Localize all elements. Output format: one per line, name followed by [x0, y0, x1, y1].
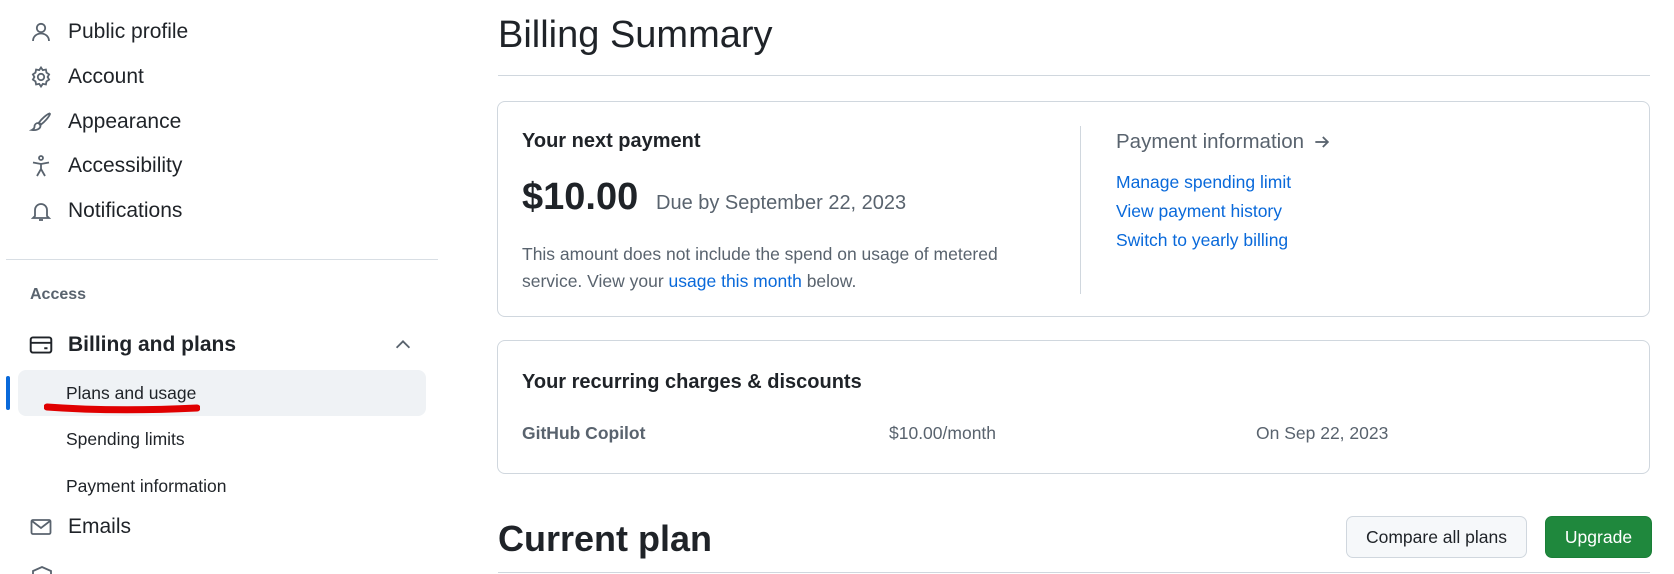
settings-sidebar: Public profile Account Appearance Access…	[0, 0, 440, 574]
page-title: Billing Summary	[498, 14, 773, 56]
sidebar-item-emails[interactable]: Emails	[28, 507, 131, 547]
active-indicator	[6, 376, 10, 410]
sidebar-subitem-spending-limits[interactable]: Spending limits	[18, 416, 426, 462]
chevron-up-icon[interactable]	[392, 334, 414, 356]
charge-item-date: On Sep 22, 2023	[1256, 423, 1389, 443]
sidebar-item-public-profile[interactable]: Public profile	[28, 12, 188, 52]
payment-due-date: Due by September 22, 2023	[656, 192, 907, 214]
sidebar-item-notifications[interactable]: Notifications	[28, 191, 182, 231]
payment-information-link[interactable]: Payment information	[1116, 130, 1332, 154]
red-underline-annotation	[44, 403, 200, 414]
payment-note: This amount does not include the spend o…	[522, 241, 1042, 295]
shield-icon	[32, 566, 52, 574]
accessibility-icon	[28, 153, 54, 179]
recurring-charges-heading: Your recurring charges & discounts	[522, 371, 862, 393]
payment-amount: $10.00	[522, 176, 639, 218]
person-icon	[28, 19, 54, 45]
sidebar-item-label: Accessibility	[68, 154, 183, 177]
switch-to-yearly-billing-link[interactable]: Switch to yearly billing	[1116, 230, 1288, 251]
paintbrush-icon	[28, 109, 54, 135]
sidebar-item-account[interactable]: Account	[28, 57, 144, 97]
recurring-charges-card: Your recurring charges & discounts GitHu…	[497, 340, 1650, 474]
sidebar-item-label: Notifications	[68, 199, 183, 222]
current-plan-title: Current plan	[498, 518, 713, 559]
upgrade-button[interactable]: Upgrade	[1545, 516, 1652, 558]
view-payment-history-link[interactable]: View payment history	[1116, 201, 1282, 222]
sidebar-subitem-payment-information[interactable]: Payment information	[18, 463, 426, 509]
manage-spending-limit-link[interactable]: Manage spending limit	[1116, 172, 1291, 193]
gear-icon	[28, 64, 54, 90]
sidebar-item-label: Appearance	[68, 110, 182, 133]
mail-icon	[28, 514, 54, 540]
sidebar-item-label: Public profile	[68, 20, 189, 43]
sidebar-item-accessibility[interactable]: Accessibility	[28, 146, 182, 186]
compare-all-plans-button[interactable]: Compare all plans	[1346, 516, 1527, 558]
payment-information-heading: Payment information	[1116, 130, 1305, 153]
sidebar-section-title: Access	[30, 286, 87, 303]
sidebar-subitem-label: Payment information	[66, 475, 227, 496]
credit-card-icon	[28, 332, 54, 358]
sidebar-divider	[6, 259, 438, 260]
sidebar-item-appearance[interactable]: Appearance	[28, 102, 181, 142]
sidebar-item-label: Emails	[68, 515, 132, 538]
sidebar-item-label: Billing and plans	[68, 333, 237, 356]
card-vertical-divider	[1080, 126, 1081, 294]
payment-note-suffix: below.	[801, 271, 857, 291]
current-plan-divider	[498, 572, 1650, 573]
title-divider	[498, 75, 1650, 76]
charge-item-price: $10.00/month	[889, 423, 997, 443]
sidebar-item-label: Account	[68, 65, 144, 88]
next-payment-card: Your next payment $10.00 Due by Septembe…	[497, 101, 1650, 317]
arrow-right-icon	[1315, 136, 1330, 148]
usage-this-month-link[interactable]: usage this month	[669, 271, 802, 291]
next-payment-heading: Your next payment	[522, 130, 701, 152]
sidebar-item-billing-and-plans[interactable]: Billing and plans	[28, 324, 428, 366]
bell-icon	[28, 198, 54, 224]
charge-item-name: GitHub Copilot	[522, 423, 646, 443]
sidebar-subitem-label: Spending limits	[66, 428, 185, 449]
